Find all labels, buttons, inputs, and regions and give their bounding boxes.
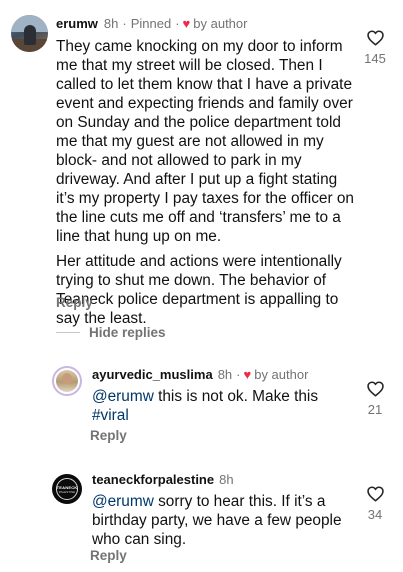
pinned-label: Pinned — [130, 16, 172, 31]
comment-body: They came knocking on my door to inform … — [56, 37, 356, 328]
like-count: 21 — [367, 402, 383, 417]
like-count: 145 — [364, 51, 386, 66]
like-button[interactable]: 34 — [358, 486, 392, 522]
by-author-label: by author — [193, 16, 248, 31]
hide-replies-button[interactable]: Hide replies — [56, 325, 166, 340]
hide-replies-line — [56, 332, 80, 333]
like-count: 34 — [367, 507, 383, 522]
logo-ring: TEANECK PALESTINE — [56, 478, 78, 500]
logo-text: PALESTINE — [58, 489, 76, 494]
reply-meta: teaneckforpalestine 8h — [92, 472, 234, 488]
meta-separator: · — [122, 16, 127, 31]
hashtag-link[interactable]: #viral — [92, 407, 129, 424]
reply-meta: ayurvedic_muslima 8h · ♥ by author — [92, 367, 308, 383]
hide-replies-label: Hide replies — [89, 325, 166, 340]
mention-link[interactable]: @erumw — [92, 493, 154, 510]
reply-text: this is not ok. Make this — [153, 388, 319, 405]
reply-button[interactable]: Reply — [90, 548, 127, 563]
reply-username[interactable]: teaneckforpalestine — [92, 472, 214, 488]
comment-username[interactable]: erumw — [56, 16, 98, 32]
like-button[interactable]: 21 — [358, 381, 392, 417]
comment-time: 8h — [103, 16, 119, 31]
avatar[interactable] — [11, 15, 48, 52]
meta-separator: · — [236, 367, 241, 382]
by-author-label: by author — [254, 367, 309, 382]
comment-paragraph: They came knocking on my door to inform … — [56, 38, 354, 245]
comment-paragraph: Her attitude and actions were intentiona… — [56, 253, 342, 327]
reply-time: 8h — [219, 472, 234, 487]
avatar[interactable] — [52, 366, 82, 396]
heart-outline-icon — [366, 486, 384, 502]
reply-button[interactable]: Reply — [90, 428, 127, 443]
mention-link[interactable]: @erumw — [92, 388, 154, 405]
heart-outline-icon — [366, 381, 384, 397]
avatar-figure — [24, 25, 36, 45]
reply-body: @erumw this is not ok. Make this #viral — [92, 387, 347, 425]
reply-body: @erumw sorry to hear this. If it’s a bir… — [92, 492, 347, 549]
avatar[interactable]: TEANECK PALESTINE — [52, 474, 82, 504]
avatar-face — [62, 373, 72, 384]
author-heart-icon: ♥ — [182, 16, 191, 31]
comment-meta: erumw 8h · Pinned · ♥ by author — [56, 16, 247, 32]
heart-outline-icon — [366, 30, 384, 46]
reply-button[interactable]: Reply — [56, 295, 93, 310]
meta-separator: · — [175, 16, 180, 31]
like-button[interactable]: 145 — [358, 30, 392, 66]
reply-time: 8h — [217, 367, 233, 382]
author-heart-icon: ♥ — [243, 367, 252, 382]
reply-username[interactable]: ayurvedic_muslima — [92, 367, 213, 383]
